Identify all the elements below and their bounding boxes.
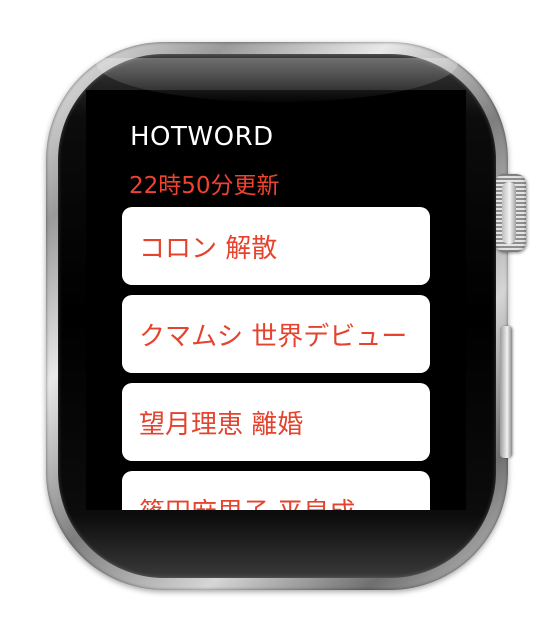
- hotword-label: 篠田麻里子 平泉成: [139, 492, 355, 511]
- digital-crown-highlight: [502, 182, 516, 244]
- hotword-card[interactable]: クマムシ 世界デビュー: [122, 295, 430, 373]
- app-title: HOTWORD: [130, 122, 274, 152]
- hotword-label: コロン 解散: [139, 233, 278, 264]
- hotword-card[interactable]: 望月理恵 離婚: [122, 383, 430, 461]
- side-button[interactable]: [500, 326, 512, 458]
- hotword-label: 望月理恵 離婚: [139, 409, 304, 440]
- watch-screen: HOTWORD 22時50分更新 コロン 解散 クマムシ 世界デビュー 望月理恵…: [86, 90, 466, 510]
- hotword-card[interactable]: コロン 解散: [122, 207, 430, 285]
- update-time-label: 22時50分更新: [129, 173, 280, 199]
- hotword-list: コロン 解散 クマムシ 世界デビュー 望月理恵 離婚 篠田麻里子 平泉成: [122, 207, 430, 510]
- hotword-card[interactable]: 篠田麻里子 平泉成: [122, 471, 430, 510]
- hotword-label: クマムシ 世界デビュー: [139, 321, 408, 352]
